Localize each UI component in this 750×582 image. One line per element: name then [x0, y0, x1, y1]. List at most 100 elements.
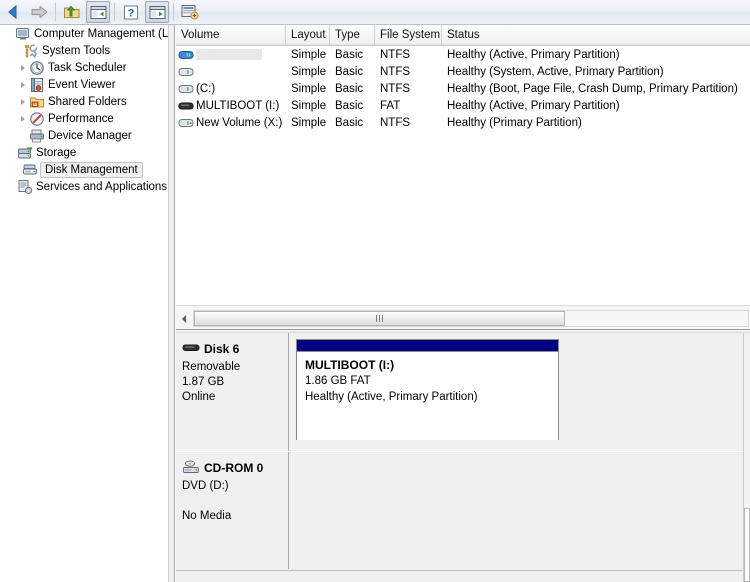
disk-title-label: Disk 6 — [204, 342, 240, 356]
tree-item-storage[interactable]: Storage — [0, 144, 168, 161]
computer-management-icon — [15, 26, 31, 42]
cell-layout: Simple — [291, 65, 327, 78]
cell-status: Healthy (Boot, Page File, Crash Dump, Pr… — [447, 82, 738, 95]
tree-item-computer-management[interactable]: Computer Management (Local — [0, 25, 168, 42]
device-manager-icon — [29, 128, 45, 144]
column-header-layout[interactable]: Layout — [286, 25, 330, 45]
tree-item-label: Event Viewer — [48, 78, 116, 91]
show-action-pane-button[interactable] — [145, 1, 169, 23]
disk-status-label: No Media — [182, 510, 232, 522]
cell-volume-name: (C:) — [196, 82, 216, 95]
graphical-disk-view: Disk 6 Removable 1.87 GB Online MULTIBOO… — [176, 333, 743, 582]
event-viewer-icon — [29, 77, 45, 93]
volume-removable-icon — [178, 98, 194, 114]
hscroll-left-arrow-icon[interactable] — [177, 311, 191, 326]
partition-status-label: Healthy (Active, Primary Partition) — [305, 391, 478, 403]
cell-type: Basic — [335, 82, 364, 95]
volume-list-hscrollbar[interactable] — [176, 305, 750, 330]
table-row[interactable]: MULTIBOOT (I:) Simple Basic FAT Healthy … — [176, 97, 750, 114]
tree-item-disk-management[interactable]: Disk Management — [0, 161, 168, 178]
disk-partitions-area: MULTIBOOT (I:) 1.86 GB FAT Healthy (Acti… — [289, 333, 743, 451]
cell-type: Basic — [335, 116, 364, 129]
disk-blank-line — [182, 494, 288, 509]
graphical-view-bottom-border — [176, 570, 743, 571]
table-row[interactable]: (C:) Simple Basic NTFS Healthy (Boot, Pa… — [176, 80, 750, 97]
tree-expander — [4, 144, 17, 161]
computer-management-window: ? Computer Management (L System Tools Ta… — [0, 0, 750, 582]
toolbar-separator — [114, 3, 115, 21]
cell-layout: Simple — [291, 99, 327, 112]
tree-expander-collapsed[interactable] — [16, 76, 29, 93]
cell-layout: Simple — [291, 48, 327, 61]
tree-item-device-manager[interactable]: Device Manager — [0, 127, 168, 144]
help-button[interactable]: ? — [119, 1, 143, 23]
column-header-volume[interactable]: Volume — [176, 25, 286, 45]
tree-item-performance[interactable]: Performance — [0, 110, 168, 127]
redacted-volume-name — [196, 49, 262, 60]
up-one-level-button[interactable] — [60, 1, 84, 23]
partition-multiboot[interactable]: MULTIBOOT (I:) 1.86 GB FAT Healthy (Acti… — [296, 339, 559, 440]
volume-drive-icon — [178, 115, 194, 131]
cell-file-system: NTFS — [380, 65, 411, 78]
cell-layout: Simple — [291, 116, 327, 129]
disk-row-disk-6[interactable]: Disk 6 Removable 1.87 GB Online MULTIBOO… — [176, 333, 743, 451]
column-header-file-system[interactable]: File System — [375, 25, 442, 45]
tree-expander-collapsed[interactable] — [16, 59, 29, 76]
volume-drive-selected-icon — [178, 47, 194, 63]
cell-status: Healthy (Active, Primary Partition) — [447, 48, 620, 61]
tree-expander-collapsed[interactable] — [16, 93, 29, 110]
cell-status: Healthy (System, Active, Primary Partiti… — [447, 65, 664, 78]
tree-item-system-tools[interactable]: System Tools — [0, 42, 168, 59]
svg-text:?: ? — [128, 7, 135, 19]
shared-folders-icon — [29, 94, 45, 110]
volume-drive-icon — [178, 64, 194, 80]
disk-management-icon — [22, 162, 38, 178]
tree-item-label: Shared Folders — [48, 95, 127, 108]
tree-item-shared-folders[interactable]: Shared Folders — [0, 93, 168, 110]
table-row[interactable]: Simple Basic NTFS Healthy (Active, Prima… — [176, 46, 750, 63]
hscroll-track[interactable] — [193, 310, 749, 327]
tree-expander — [10, 42, 23, 59]
cell-file-system: FAT — [380, 99, 401, 112]
disk-title: CD-ROM 0 — [182, 460, 288, 476]
disk-row-cdrom-0[interactable]: CD-ROM 0 DVD (D:) No Media — [176, 451, 743, 569]
column-header-type[interactable]: Type — [330, 25, 375, 45]
cdrom-disk-icon — [182, 460, 200, 476]
forward-button[interactable] — [27, 1, 51, 23]
vscroll-thumb[interactable] — [744, 508, 750, 582]
disk-title-label: CD-ROM 0 — [204, 461, 264, 475]
console-tree-pane: Computer Management (Local System Tools — [0, 25, 168, 582]
tree-item-label: Storage — [36, 146, 77, 159]
tree-item-label: Services and Applications — [36, 180, 168, 193]
partition-size-label: 1.86 GB FAT — [305, 375, 371, 387]
tree-item-task-scheduler[interactable]: Task Scheduler — [0, 59, 168, 76]
disk-info-panel[interactable]: Disk 6 Removable 1.87 GB Online — [176, 333, 289, 451]
rescan-disks-button[interactable] — [178, 1, 202, 23]
column-header-status[interactable]: Status — [442, 25, 750, 45]
toolbar: ? — [0, 0, 750, 25]
task-scheduler-clock-icon — [29, 60, 45, 76]
system-tools-icon — [23, 43, 39, 59]
graphical-view-vscrollbar[interactable] — [743, 333, 750, 582]
cell-file-system: NTFS — [380, 82, 411, 95]
tree-expander — [2, 25, 15, 42]
cell-volume-name: MULTIBOOT (I:) — [196, 99, 280, 112]
volume-list-header: Volume Layout Type File System Status — [176, 25, 750, 46]
table-row[interactable]: New Volume (X:) Simple Basic NTFS Health… — [176, 114, 750, 131]
tree-item-event-viewer[interactable]: Event Viewer — [0, 76, 168, 93]
cell-status: Healthy (Active, Primary Partition) — [447, 99, 620, 112]
tree-item-services-and-applications[interactable]: Services and Applications — [0, 178, 168, 195]
disk-type-label: Removable — [182, 361, 241, 373]
table-row[interactable]: Simple Basic NTFS Healthy (System, Activ… — [176, 63, 750, 80]
tree-expander — [4, 178, 17, 195]
disk-info-panel[interactable]: CD-ROM 0 DVD (D:) No Media — [176, 452, 289, 569]
show-console-tree-button[interactable] — [86, 1, 110, 23]
partition-name-label: MULTIBOOT (I:) — [305, 358, 395, 372]
back-button[interactable] — [1, 1, 25, 23]
cell-type: Basic — [335, 99, 364, 112]
pane-splitter-vertical[interactable] — [168, 25, 175, 582]
volume-drive-icon — [178, 81, 194, 97]
tree-expander-collapsed[interactable] — [16, 110, 29, 127]
hscroll-thumb[interactable] — [194, 311, 565, 326]
toolbar-separator — [173, 3, 174, 21]
